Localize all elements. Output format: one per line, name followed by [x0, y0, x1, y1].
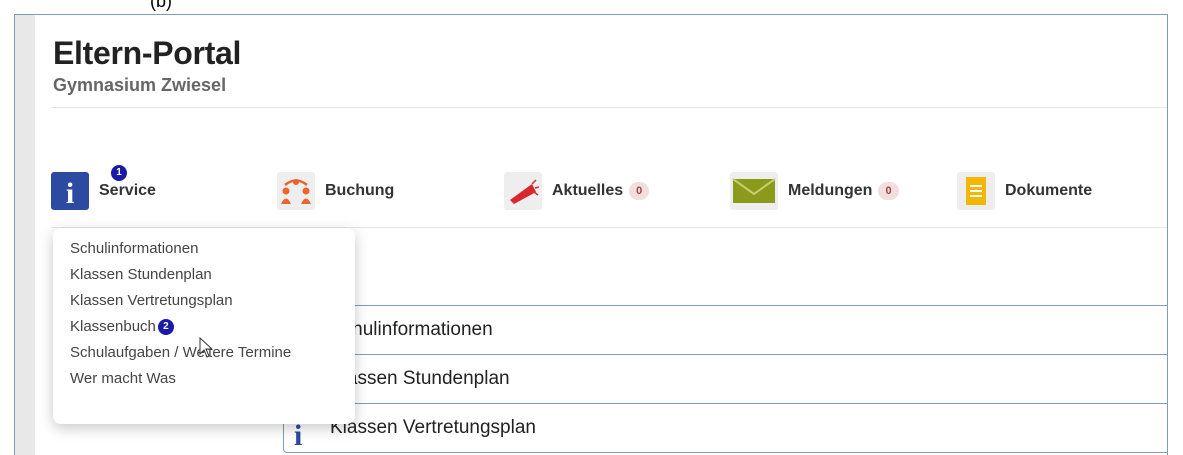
menu-item-label: Schulinformationen [70, 240, 199, 257]
browser-frame: Eltern-Portal Gymnasium Zwiesel i 1 Serv… [14, 14, 1168, 455]
top-crop: (b) [0, 0, 1183, 14]
nav-meldungen[interactable]: Meldungen 0 [730, 171, 899, 211]
accordion-item[interactable]: i Klassen Vertretungsplan [284, 404, 1167, 452]
menu-item-label: Klassen Vertretungsplan [70, 292, 233, 309]
svg-text:i: i [66, 177, 74, 210]
meldungen-count-badge: 0 [878, 182, 899, 200]
header-divider [51, 107, 1167, 108]
nav-buchung-label: Buchung [325, 182, 395, 199]
menu-item-label: Klassen Stundenplan [70, 266, 212, 283]
menu-item-schulinformationen[interactable]: Schulinformationen [53, 236, 355, 262]
people-icon [277, 172, 315, 210]
menu-item-klassen-vertretungsplan[interactable]: Klassen Vertretungsplan [53, 288, 355, 314]
service-accordion: i Schulinformationen i Klassen Stundenpl… [283, 305, 1167, 453]
accordion-item[interactable]: i Schulinformationen [284, 306, 1167, 355]
nav-service[interactable]: i 1 Service [51, 165, 156, 211]
accordion-item[interactable]: i Klassen Stundenplan [284, 355, 1167, 404]
figure-label: (b) [150, 0, 172, 11]
document-icon [957, 172, 995, 210]
nav-aktuelles-label: Aktuelles [552, 182, 624, 199]
menu-item-klassen-stundenplan[interactable]: Klassen Stundenplan [53, 262, 355, 288]
menu-item-label: Wer macht Was [70, 370, 176, 387]
nav-service-label: Service [99, 182, 156, 199]
info-icon: i [51, 172, 89, 210]
nav-dokumente[interactable]: Dokumente [957, 171, 1092, 211]
menu-item-label: Klassenbuch [70, 318, 156, 335]
school-name: Gymnasium Zwiesel [53, 75, 227, 95]
accordion-item-label: Klassen Vertretungsplan [330, 417, 536, 438]
service-notification-badge: 1 [111, 165, 127, 181]
menu-item-label: Schulaufgaben / Weitere Termine [70, 344, 292, 361]
klassenbuch-badge: 2 [157, 319, 174, 335]
nav-buchung[interactable]: Buchung [277, 171, 394, 211]
left-scroll-gutter [15, 15, 35, 455]
accordion-item-label: Klassen Stundenplan [330, 368, 510, 389]
envelope-icon [730, 172, 778, 210]
menu-item-wer-macht-was[interactable]: Wer macht Was [53, 366, 355, 392]
service-dropdown-menu: Schulinformationen Klassen Stundenplan K… [53, 228, 355, 424]
megaphone-icon [504, 172, 542, 210]
page-title: Eltern-Portal [53, 35, 242, 71]
nav-meldungen-label: Meldungen [788, 182, 873, 199]
nav-aktuelles[interactable]: Aktuelles 0 [504, 171, 650, 211]
mouse-cursor-icon [199, 336, 215, 364]
aktuelles-count-badge: 0 [629, 182, 650, 200]
nav-dokumente-label: Dokumente [1005, 182, 1093, 199]
